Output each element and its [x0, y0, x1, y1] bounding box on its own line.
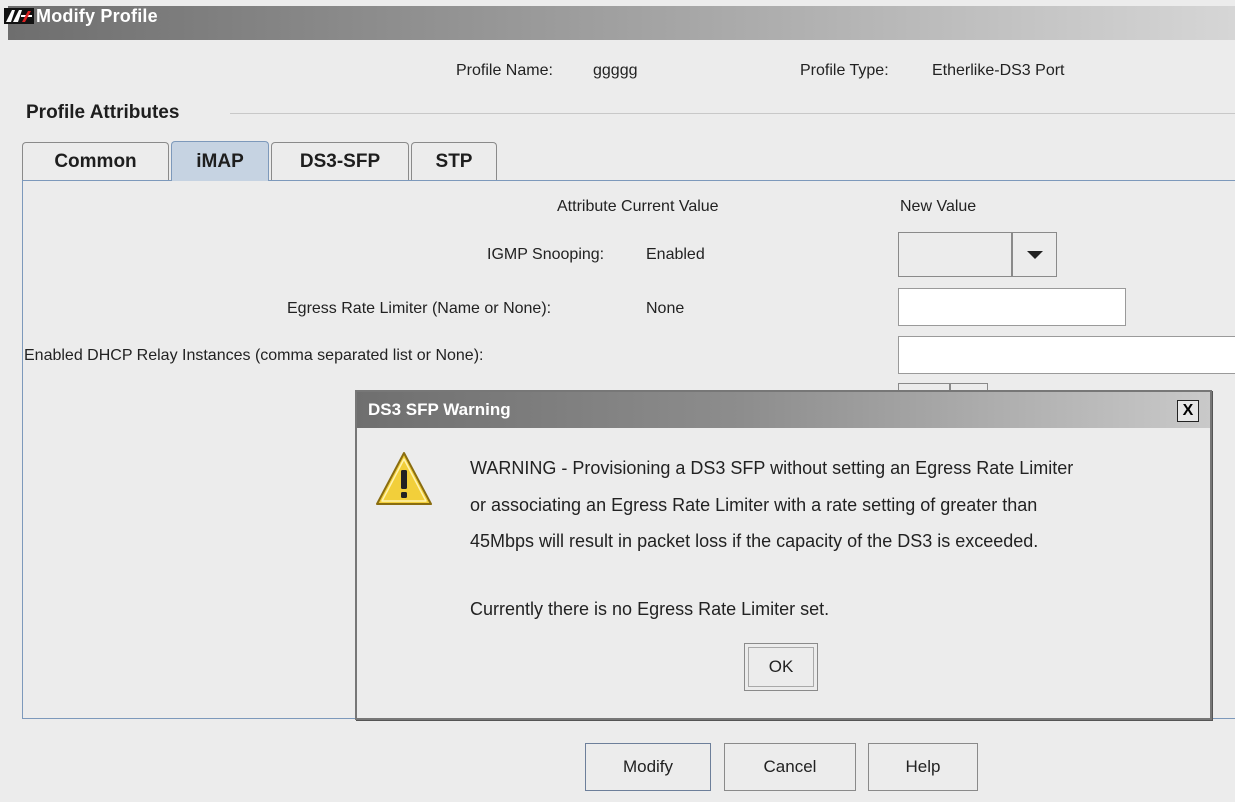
dhcp-relay-instances-input[interactable] [898, 336, 1235, 374]
egress-rate-limiter-label: Egress Rate Limiter (Name or None): [287, 300, 552, 317]
igmp-snooping-select[interactable] [898, 232, 1012, 277]
warning-message-line: WARNING - Provisioning a DS3 SFP without… [470, 458, 1074, 478]
igmp-snooping-current-value: Enabled [646, 246, 705, 263]
igmp-snooping-label: IGMP Snooping: [487, 246, 605, 263]
egress-rate-limiter-input[interactable] [898, 288, 1126, 326]
attribute-current-value-header: Attribute Current Value [557, 198, 719, 215]
window-title-bar[interactable] [8, 6, 1235, 40]
dialog-title: DS3 SFP Warning [368, 400, 511, 419]
tab-stp[interactable]: STP [411, 142, 497, 180]
window-title: Modify Profile [36, 6, 158, 26]
help-button[interactable]: Help [868, 743, 978, 791]
chevron-down-icon [1026, 250, 1043, 259]
cancel-button[interactable]: Cancel [724, 743, 856, 791]
profile-type-value: Etherlike-DS3 Port [932, 62, 1065, 79]
close-icon[interactable]: X [1177, 400, 1199, 422]
tab-imap[interactable]: iMAP [171, 141, 269, 181]
igmp-snooping-dropdown-button[interactable] [1012, 232, 1057, 277]
dhcp-relay-instances-label: Enabled DHCP Relay Instances (comma sepa… [24, 347, 484, 364]
profile-type-label: Profile Type: [800, 62, 889, 79]
new-value-header: New Value [900, 198, 977, 215]
section-divider [230, 113, 1235, 114]
warning-triangle-icon [376, 452, 432, 505]
egress-rate-limiter-current-value: None [646, 300, 685, 317]
profile-name-label: Profile Name: [456, 62, 553, 79]
ok-button[interactable]: OK [744, 643, 818, 691]
modify-button[interactable]: Modify [585, 743, 711, 791]
profile-attributes-heading: Profile Attributes [26, 102, 180, 123]
warning-status-line: Currently there is no Egress Rate Limite… [470, 599, 830, 619]
tab-common[interactable]: Common [22, 142, 169, 180]
profile-name-value: ggggg [593, 62, 638, 79]
warning-message-line: or associating an Egress Rate Limiter wi… [470, 495, 1038, 515]
tab-ds3-sfp[interactable]: DS3-SFP [271, 142, 409, 180]
allied-telesis-logo-icon [4, 8, 34, 24]
warning-message-line: 45Mbps will result in packet loss if the… [470, 531, 1039, 551]
